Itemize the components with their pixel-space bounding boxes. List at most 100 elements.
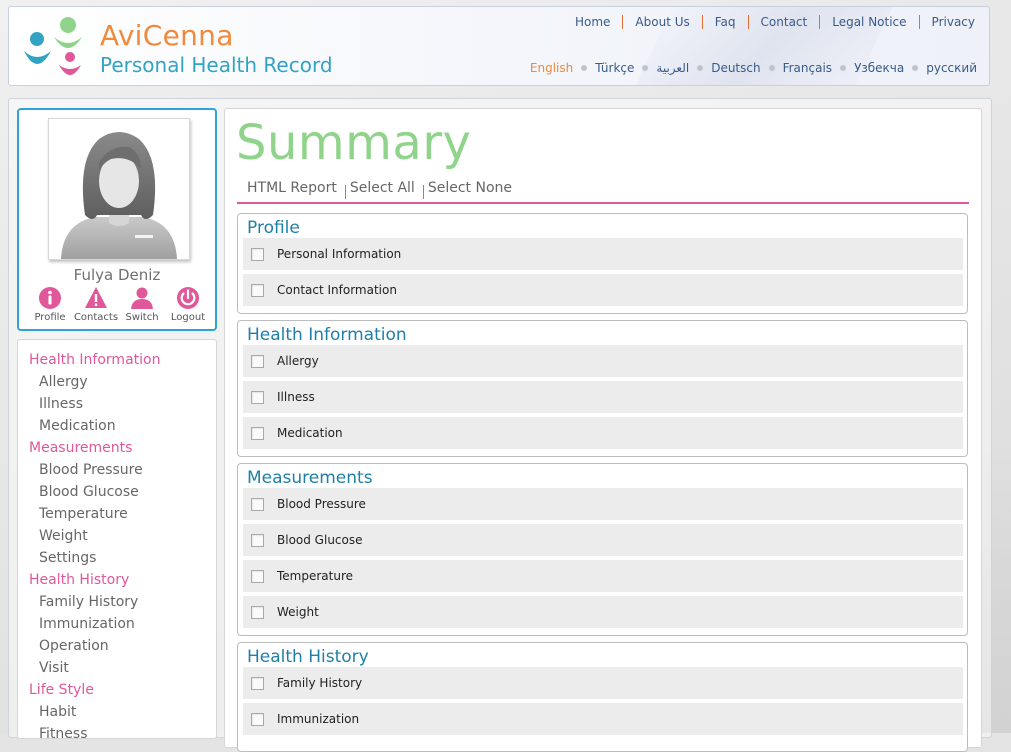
checkbox[interactable] (251, 569, 264, 583)
user-avatar-icon (61, 132, 177, 259)
checkbox-row[interactable]: Blood Glucose (243, 524, 963, 556)
sidebar-category-health-history[interactable]: Health History (18, 569, 216, 591)
profile-card: Fulya Deniz Profile Contacts Switch Logo… (17, 108, 217, 331)
nav-legal-notice[interactable]: Legal Notice (820, 15, 918, 29)
section-measurements: Measurements Blood Pressure Blood Glucos… (237, 463, 968, 636)
profile-button[interactable]: Profile (27, 286, 73, 323)
avatar[interactable] (48, 118, 190, 260)
section-health-history: Health History Family History Immunizati… (237, 642, 968, 752)
checkbox[interactable] (251, 283, 264, 297)
logout-button[interactable]: Logout (165, 286, 211, 323)
nav-home[interactable]: Home (563, 15, 622, 29)
lang-dot (768, 65, 775, 71)
sidebar-item-settings[interactable]: Settings (18, 547, 216, 569)
sidebar-item-habit[interactable]: Habit (18, 701, 216, 723)
checkbox-label: Illness (277, 390, 315, 404)
nav-contact[interactable]: Contact (749, 15, 820, 29)
sidebar-item-medication[interactable]: Medication (18, 415, 216, 437)
profile-buttons: Profile Contacts Switch Logout (27, 286, 211, 323)
language-selector: English Türkçe العربية Deutsch Français … (528, 61, 979, 75)
checkbox[interactable] (251, 354, 264, 368)
html-report-link[interactable]: HTML Report (245, 180, 339, 196)
title-divider (237, 202, 969, 204)
section-profile: Profile Personal Information Contact Inf… (237, 213, 968, 314)
checkbox[interactable] (251, 605, 264, 619)
sidebar-item-blood-glucose[interactable]: Blood Glucose (18, 481, 216, 503)
lang-dot (912, 65, 919, 71)
sidebar-item-fitness[interactable]: Fitness (18, 723, 216, 738)
checkbox[interactable] (251, 247, 264, 261)
checkbox-label: Blood Glucose (277, 533, 363, 547)
lang-dot (642, 65, 649, 71)
sidebar-item-operation[interactable]: Operation (18, 635, 216, 657)
lang-uzbek[interactable]: Узбекча (852, 61, 906, 75)
checkbox-label: Immunization (277, 712, 360, 726)
sidebar-item-temperature[interactable]: Temperature (18, 503, 216, 525)
checkbox[interactable] (251, 390, 264, 404)
lang-russian[interactable]: русский (924, 61, 979, 75)
lang-dot (840, 65, 847, 71)
sidebar-item-allergy[interactable]: Allergy (18, 371, 216, 393)
sidebar-category-measurements[interactable]: Measurements (18, 437, 216, 459)
checkbox-row[interactable]: Allergy (243, 345, 963, 377)
nav-faq[interactable]: Faq (703, 15, 748, 29)
sidebar-item-blood-pressure[interactable]: Blood Pressure (18, 459, 216, 481)
sidebar-item-immunization[interactable]: Immunization (18, 613, 216, 635)
nav-about-us[interactable]: About Us (623, 15, 701, 29)
sidebar-category-health-information[interactable]: Health Information (18, 349, 216, 371)
section-title: Profile (247, 218, 300, 238)
checkbox-row[interactable]: Contact Information (243, 274, 963, 306)
logout-button-label: Logout (170, 312, 206, 323)
select-all-link[interactable]: Select All (348, 180, 417, 196)
checkbox[interactable] (251, 712, 264, 726)
select-none-link[interactable]: Select None (426, 180, 514, 196)
checkbox[interactable] (251, 676, 264, 690)
checkbox-row[interactable]: Family History (243, 667, 963, 699)
sidebar-item-family-history[interactable]: Family History (18, 591, 216, 613)
checkbox-row[interactable]: Personal Information (243, 238, 963, 270)
avicenna-logo (24, 17, 82, 75)
checkbox-label: Medication (277, 426, 343, 440)
brand-name: AviCenna (100, 19, 234, 52)
sidebar-item-illness[interactable]: Illness (18, 393, 216, 415)
checkbox[interactable] (251, 533, 264, 547)
nav-privacy[interactable]: Privacy (920, 15, 975, 29)
sidebar-item-visit[interactable]: Visit (18, 657, 216, 679)
switch-button[interactable]: Switch (119, 286, 165, 323)
checkbox-label: Contact Information (277, 283, 397, 297)
user-name: Fulya Deniz (73, 266, 161, 284)
side-menu: Health Information Allergy Illness Medic… (17, 339, 217, 739)
page-title: Summary (236, 115, 472, 171)
checkbox-row[interactable]: Weight (243, 596, 963, 628)
lang-dot (581, 65, 588, 71)
checkbox-row[interactable]: Medication (243, 417, 963, 449)
checkbox-label: Personal Information (277, 247, 402, 261)
lang-french[interactable]: Français (781, 61, 834, 75)
action-separator (422, 185, 424, 199)
checkbox[interactable] (251, 426, 264, 440)
checkbox-label: Allergy (277, 354, 319, 368)
checkbox-label: Blood Pressure (277, 497, 366, 511)
section-health-information: Health Information Allergy Illness Medic… (237, 320, 968, 457)
checkbox-row[interactable]: Blood Pressure (243, 488, 963, 520)
lang-english[interactable]: English (528, 61, 575, 75)
contacts-button[interactable]: Contacts (73, 286, 119, 323)
checkbox-row[interactable]: Temperature (243, 560, 963, 592)
checkbox-label: Temperature (277, 569, 354, 583)
profile-button-label: Profile (34, 312, 66, 323)
action-separator (344, 185, 346, 199)
checkbox[interactable] (251, 497, 264, 511)
brand-subtitle: Personal Health Record (100, 53, 333, 77)
checkbox-label: Family History (277, 676, 363, 690)
sidebar-category-life-style[interactable]: Life Style (18, 679, 216, 701)
sidebar-item-weight[interactable]: Weight (18, 525, 216, 547)
lang-turkish[interactable]: Türkçe (593, 61, 636, 75)
contacts-button-label: Contacts (73, 312, 119, 323)
checkbox-row[interactable]: Immunization (243, 703, 963, 735)
summary-panel: Summary HTML Report Select All Select No… (224, 108, 982, 752)
section-title: Health History (247, 647, 369, 667)
checkbox-row[interactable]: Illness (243, 381, 963, 413)
lang-german[interactable]: Deutsch (709, 61, 762, 75)
lang-arabic[interactable]: العربية (654, 61, 691, 75)
power-icon (177, 287, 199, 309)
